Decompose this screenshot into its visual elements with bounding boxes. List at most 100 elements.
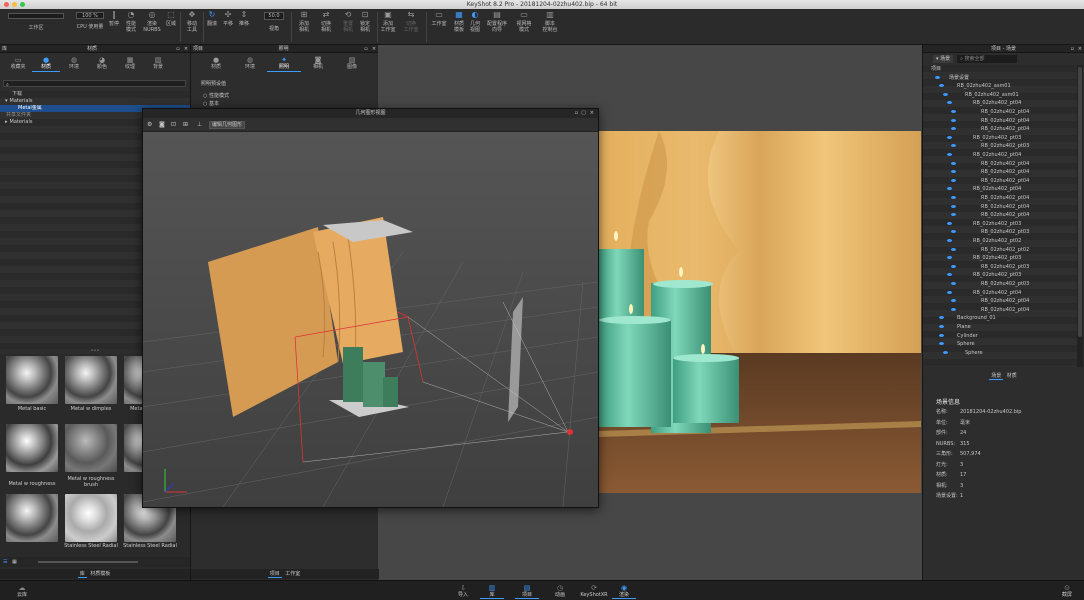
close-icon[interactable]: ×: [182, 45, 190, 52]
eye-icon[interactable]: [947, 273, 952, 277]
scene-tree-item[interactable]: RB_02zhu402_asm01: [923, 82, 1076, 90]
footer-tab-studio[interactable]: 工作室: [283, 571, 302, 577]
tab-environment[interactable]: ◍ 环境: [233, 54, 267, 72]
scene-filter[interactable]: ▾ 场景: [933, 55, 954, 63]
eye-icon[interactable]: [935, 75, 940, 79]
eye-icon[interactable]: [951, 144, 956, 148]
tab-scene-material[interactable]: 材质: [1005, 373, 1019, 379]
eye-icon[interactable]: [939, 84, 944, 88]
footer-tab-project[interactable]: 项目: [267, 571, 282, 578]
pan-button[interactable]: ✣ 平移: [221, 11, 235, 43]
scene-search-input[interactable]: ⌕ 搜索全部: [957, 55, 1018, 63]
thumb-stainless-radial[interactable]: [65, 494, 117, 542]
scene-tree-item[interactable]: RB_02zhu402_pt04: [923, 194, 1076, 202]
dolly-button[interactable]: ⇕ 推移: [237, 11, 251, 43]
lock-camera-button[interactable]: ⊡ 锁定 相机: [356, 11, 374, 43]
tab-materials[interactable]: ● 材质: [32, 54, 60, 72]
scene-tree-item[interactable]: RB_02zhu402_pt03: [923, 254, 1076, 262]
move-tool-button[interactable]: ✥ 移动 工具: [183, 11, 201, 43]
eye-icon[interactable]: [951, 282, 956, 285]
eye-icon[interactable]: [947, 101, 952, 105]
eye-icon[interactable]: [947, 135, 952, 139]
close-icon[interactable]: ×: [590, 109, 594, 118]
scene-tree-item[interactable]: RB_02zhu402_pt04: [923, 160, 1076, 168]
eye-icon[interactable]: [939, 325, 944, 328]
eye-icon[interactable]: [951, 204, 956, 208]
preset-basic[interactable]: ○ 基本: [203, 100, 219, 107]
workspace-button[interactable]: 工作区: [6, 11, 66, 43]
keyshotxr-button[interactable]: ⟳ KeyShotXR: [579, 584, 609, 598]
workspace-slider[interactable]: [8, 13, 64, 19]
eye-icon[interactable]: [947, 290, 952, 294]
list-view-icon[interactable]: ☰: [0, 559, 7, 565]
axis-icon[interactable]: ⊥: [197, 118, 202, 132]
tumble-button[interactable]: ↻ 翻滚: [205, 11, 219, 43]
preset-performance-mode[interactable]: ○ 性能模式: [203, 92, 229, 99]
scene-tree-item[interactable]: RB_02zhu402_pt03: [923, 134, 1076, 142]
eye-icon[interactable]: [951, 307, 956, 311]
studio-button[interactable]: ▭ 工作室: [429, 11, 449, 43]
eye-icon[interactable]: [943, 350, 948, 354]
import-button[interactable]: ⇩ 导入: [454, 584, 472, 598]
eye-icon[interactable]: [947, 221, 952, 225]
popout-icon[interactable]: ▫: [1071, 45, 1074, 53]
edit-geometry-button[interactable]: 编辑几何图形: [209, 121, 246, 129]
eye-icon[interactable]: [951, 178, 956, 182]
library-search-input[interactable]: ⌕: [3, 80, 186, 88]
footer-tab-library[interactable]: 库: [77, 571, 87, 578]
thumb-metal-basic[interactable]: [6, 356, 58, 404]
scene-tree-item[interactable]: RB_02zhu402_pt04: [923, 108, 1076, 116]
scene-tree-item[interactable]: RB_02zhu402_pt04: [923, 168, 1076, 176]
tab-backplates[interactable]: ▨ 背景: [144, 54, 172, 72]
animation-button[interactable]: ◷ 动画: [548, 584, 572, 598]
configurator-wizard-button[interactable]: ▤ 配置程序 向导: [484, 11, 510, 43]
tab-favorites[interactable]: ▭ 收藏夹: [4, 54, 32, 72]
scene-tree-item[interactable]: 场景设置: [923, 74, 1076, 82]
tab-colors[interactable]: ◕ 颜色: [88, 54, 116, 72]
geometry-viewport[interactable]: [143, 132, 598, 507]
thumb-metal-dimples[interactable]: [65, 356, 117, 404]
pause-button[interactable]: ‖ 暂停: [106, 11, 122, 43]
minimize-window-button[interactable]: [12, 2, 17, 7]
cpu-usage[interactable]: 100 % CPU 使用量: [74, 11, 106, 43]
frame-icon[interactable]: ⊡: [171, 118, 176, 132]
scene-tree-item[interactable]: Plane: [923, 323, 1076, 331]
scene-tree-item[interactable]: RB_02zhu402_pt04: [923, 151, 1076, 159]
scene-tree-item[interactable]: RB_02zhu402_pt04: [923, 306, 1076, 314]
grid-view-icon[interactable]: ▦: [9, 559, 17, 565]
popout-icon[interactable]: ▫: [575, 109, 578, 118]
thumb-metal-roughness-brush[interactable]: [65, 424, 117, 472]
tab-scene[interactable]: 场景: [989, 373, 1004, 380]
scene-tree-item[interactable]: RB_02zhu402_pt03: [923, 271, 1076, 279]
geometry-view-button[interactable]: ◐ 几何 视图: [467, 11, 483, 43]
switch-camera-button[interactable]: ⇄ 切换 相机: [317, 11, 335, 43]
scene-tree-item[interactable]: RB_02zhu402_pt04: [923, 177, 1076, 185]
eye-icon[interactable]: [943, 92, 948, 96]
fov-value[interactable]: 50.0: [264, 12, 284, 20]
tab-environments[interactable]: ◍ 环境: [60, 54, 88, 72]
scene-tree-item[interactable]: Cylinder: [923, 332, 1076, 340]
add-camera-button[interactable]: ⊞ 添加 相机: [295, 11, 313, 43]
eye-icon[interactable]: [939, 342, 944, 346]
thumb-metal-roughness[interactable]: [6, 424, 58, 472]
maximize-icon[interactable]: ▢: [581, 109, 586, 118]
tree-item-downloads[interactable]: 下载: [0, 91, 190, 98]
switch-studio-button[interactable]: ⇆ 切换 工作室: [401, 11, 421, 43]
scene-tree-item[interactable]: RB_02zhu402_pt03: [923, 220, 1076, 228]
camera-icon[interactable]: ◙: [159, 118, 165, 132]
scene-tree-item[interactable]: RB_02zhu402_pt04: [923, 117, 1076, 125]
eye-icon[interactable]: [951, 299, 956, 303]
screenshot-button[interactable]: ⊙ 截屏: [1058, 584, 1076, 598]
reset-camera-button[interactable]: ⟲ 重置 相机: [339, 11, 357, 43]
eye-icon[interactable]: [939, 316, 944, 320]
tab-camera[interactable]: ◙ 相机: [301, 54, 335, 72]
cloud-library-button[interactable]: ☁ 云库: [13, 584, 31, 598]
scene-tree-item[interactable]: RB_02zhu402_pt03: [923, 263, 1076, 271]
eye-icon[interactable]: [951, 118, 956, 122]
scene-tree-item[interactable]: RB_02zhu402_pt04: [923, 203, 1076, 211]
eye-icon[interactable]: [951, 127, 956, 131]
tab-lighting[interactable]: ✦ 照明: [267, 54, 301, 72]
thumb-metal-4[interactable]: [6, 494, 58, 542]
library-button[interactable]: ▥ 库: [480, 584, 504, 599]
footer-tab-material-template[interactable]: 材质模板: [88, 571, 112, 577]
